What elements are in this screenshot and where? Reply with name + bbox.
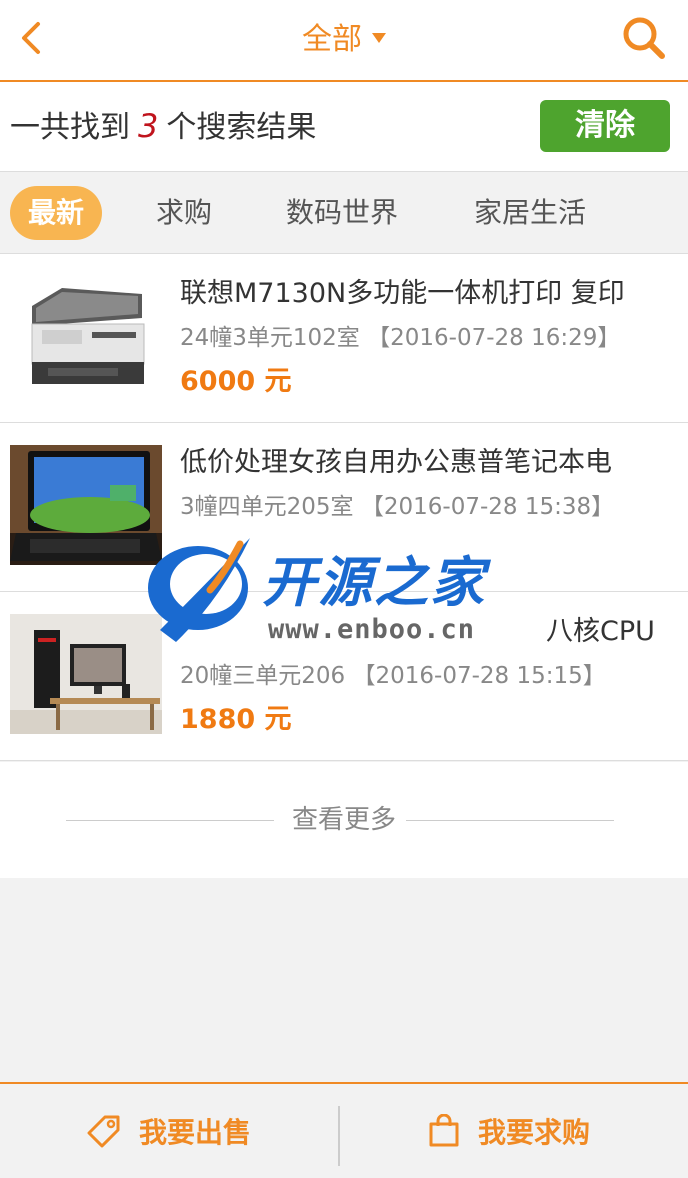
page-title: 全部 bbox=[302, 22, 362, 57]
item-title: 八核CPU bbox=[546, 616, 655, 647]
tab-digital[interactable]: 数码世界 bbox=[272, 186, 412, 240]
item-meta: 24幢3单元102室 【2016-07-28 16:29】 bbox=[180, 320, 620, 356]
top-navbar: 全部 bbox=[0, 0, 688, 82]
swoosh-logo-icon bbox=[148, 538, 250, 642]
item-price: 6000 元 bbox=[180, 366, 292, 397]
result-summary: 一共找到 3 个搜索结果 bbox=[10, 104, 316, 150]
tab-home-life[interactable]: 家居生活 bbox=[460, 186, 600, 240]
caret-down-icon bbox=[372, 32, 386, 43]
list-item[interactable]: 联想M7130N多功能一体机打印 复印 24幢3单元102室 【2016-07-… bbox=[0, 254, 688, 423]
watermark-logo: 开源之家 www.enboo.cn bbox=[140, 530, 560, 650]
search-button[interactable] bbox=[620, 14, 668, 62]
buy-label: 我要求购 bbox=[477, 1116, 590, 1149]
sell-button[interactable]: 我要出售 bbox=[0, 1084, 338, 1178]
item-time: 【2016-07-28 15:15】 bbox=[352, 663, 606, 689]
category-dropdown[interactable]: 全部 bbox=[0, 18, 688, 62]
item-location: 20幢三单元206 bbox=[180, 663, 346, 689]
item-meta: 20幢三单元206 【2016-07-28 15:15】 bbox=[180, 658, 606, 694]
result-suffix: 个搜索结果 bbox=[166, 110, 317, 145]
watermark-name: 开源之家 bbox=[262, 551, 486, 614]
item-title: 联想M7130N多功能一体机打印 复印 bbox=[180, 278, 625, 309]
item-meta: 3幢四单元205室 【2016-07-28 15:38】 bbox=[180, 489, 614, 525]
item-time: 【2016-07-28 15:38】 bbox=[360, 494, 615, 520]
clear-button[interactable]: 清除 bbox=[540, 100, 670, 152]
item-time: 【2016-07-28 16:29】 bbox=[367, 325, 621, 351]
tab-wanted[interactable]: 求购 bbox=[140, 186, 228, 240]
result-summary-bar: 一共找到 3 个搜索结果 清除 bbox=[0, 82, 688, 172]
item-location: 24幢3单元102室 bbox=[180, 325, 360, 351]
product-thumbnail-printer bbox=[22, 276, 152, 396]
item-location: 3幢四单元205室 bbox=[180, 494, 354, 520]
load-more-area: 查看更多 bbox=[0, 762, 688, 878]
search-icon bbox=[623, 17, 665, 59]
buy-request-button[interactable]: 我要求购 bbox=[340, 1084, 678, 1178]
watermark-url: www.enboo.cn bbox=[268, 614, 476, 645]
bottom-action-bar: 我要出售 我要求购 bbox=[0, 1082, 688, 1178]
result-list: 联想M7130N多功能一体机打印 复印 24幢3单元102室 【2016-07-… bbox=[0, 254, 688, 761]
result-prefix: 一共找到 bbox=[10, 110, 130, 145]
shopping-bag-icon bbox=[429, 1114, 459, 1147]
item-title: 低价处理女孩自用办公惠普笔记本电 bbox=[180, 447, 612, 478]
load-more-wrapper: 查看更多 bbox=[0, 800, 688, 840]
category-tabs: 最新 求购 数码世界 家居生活 bbox=[0, 172, 688, 254]
tag-icon bbox=[87, 1115, 120, 1148]
tab-latest[interactable]: 最新 bbox=[10, 186, 102, 240]
sell-label: 我要出售 bbox=[138, 1116, 251, 1149]
load-more-button[interactable]: 查看更多 bbox=[281, 805, 406, 835]
result-count: 3 bbox=[138, 107, 159, 145]
item-price: 1880 元 bbox=[180, 704, 292, 735]
